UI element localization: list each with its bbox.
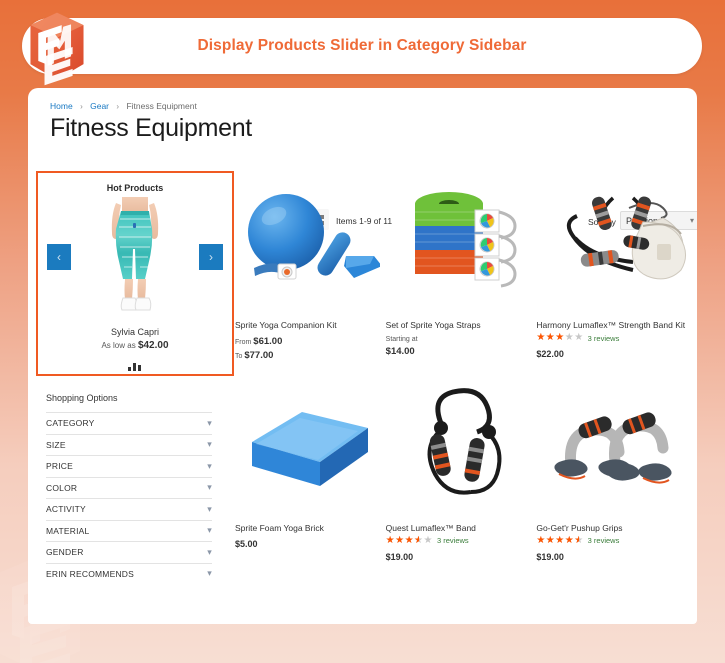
filter-row[interactable]: GENDER ▾ — [46, 541, 212, 563]
product-rating[interactable]: ★★★★★★★★★★ 3 reviews — [536, 333, 687, 343]
price-to-label: To — [235, 352, 243, 360]
product-card[interactable]: Set of Sprite Yoga Straps Starting at $14.… — [386, 166, 537, 363]
chevron-down-icon: ▾ — [207, 417, 212, 428]
hot-products-stage: ‹ › — [38, 197, 232, 325]
browser-content-card: Home › Gear › Fitness Equipment Fitness … — [28, 88, 697, 624]
filter-label: CATEGORY — [46, 418, 95, 429]
hot-price-value: $42.00 — [137, 340, 169, 351]
hot-price-prefix: As low as — [101, 341, 136, 350]
product-card[interactable]: Harmony Lumaflex™ Strength Band Kit ★★★★★… — [536, 166, 687, 363]
breadcrumb-gear[interactable]: Gear — [90, 101, 109, 111]
filter-row[interactable]: CATEGORY ▾ — [46, 412, 212, 434]
product-card[interactable]: Go-Get'r Pushup Grips★★★★★★★★★★ 3 reviews… — [536, 369, 687, 562]
chevron-down-icon: ▾ — [207, 525, 212, 536]
price-from-label: From — [235, 339, 252, 346]
filter-label: PRICE — [46, 461, 73, 472]
product-price: $19.00 — [536, 551, 564, 562]
review-count[interactable]: 3 reviews — [588, 334, 620, 343]
yoga-ball-roller-block-block-icon[interactable] — [235, 166, 386, 318]
page-banner: Display Products Slider in Category Side… — [22, 18, 702, 74]
chevron-down-icon: ▾ — [207, 568, 212, 579]
bar-chart-icon — [38, 358, 232, 376]
review-count[interactable]: 3 reviews — [588, 536, 620, 545]
resistance-band-icon[interactable] — [386, 369, 537, 521]
filter-row[interactable]: SIZE ▾ — [46, 433, 212, 456]
slider-next-button[interactable]: › — [199, 244, 223, 270]
chevron-down-icon: ▾ — [207, 460, 212, 471]
breadcrumb-separator-icon: › — [116, 102, 120, 111]
chevron-down-icon: ▾ — [207, 482, 212, 493]
product-name[interactable]: Harmony Lumaflex™ Strength Band Kit — [536, 320, 687, 330]
product-name[interactable]: Set of Sprite Yoga Straps — [386, 320, 537, 330]
product-name[interactable]: Go-Get'r Pushup Grips — [536, 523, 687, 533]
fme-logo-icon — [30, 12, 84, 86]
product-price: Starting at $14.00 — [386, 335, 537, 359]
shopping-options-title: Shopping Options — [46, 393, 118, 403]
foam-yoga-brick-icon[interactable] — [235, 369, 386, 521]
hot-product-name[interactable]: Sylvia Capri — [38, 327, 232, 337]
banner-title: Display Products Slider in Category Side… — [197, 37, 527, 54]
filter-label: MATERIAL — [46, 525, 90, 536]
product-name[interactable]: Sprite Yoga Companion Kit — [235, 320, 386, 330]
filter-row[interactable]: ACTIVITY ▾ — [46, 498, 212, 520]
star-rating-icon: ★★★★★★★★★★ — [385, 534, 433, 546]
product-rating[interactable]: ★★★★★★★★★★ 3 reviews — [536, 534, 687, 546]
price-starting-value: $14.00 — [385, 346, 415, 358]
price-from-value: $61.00 — [253, 336, 283, 347]
product-rating[interactable]: ★★★★★★★★★★ 3 reviews — [385, 534, 537, 546]
filter-label: ERIN RECOMMENDS — [46, 568, 135, 579]
product-card[interactable]: Sprite Yoga Companion Kit From $61.00 To $… — [235, 166, 386, 363]
yoga-straps-icon[interactable] — [386, 166, 537, 318]
slider-prev-button[interactable]: ‹ — [47, 244, 71, 270]
chevron-down-icon: ▾ — [207, 503, 212, 514]
star-rating-icon: ★★★★★★★★★★ — [536, 534, 584, 546]
price-starting-label: Starting at — [385, 336, 418, 343]
filter-row[interactable]: MATERIAL ▾ — [46, 519, 212, 542]
product-card[interactable]: Quest Lumaflex™ Band★★★★★★★★★★ 3 reviews $… — [386, 369, 537, 562]
product-price: $19.00 — [385, 551, 414, 562]
filter-row[interactable]: PRICE ▾ — [46, 455, 212, 477]
filter-label: ACTIVITY — [46, 504, 86, 515]
filter-row[interactable]: COLOR ▾ — [46, 476, 212, 499]
filter-list: CATEGORY ▾ SIZE ▾ PRICE ▾ COLOR ▾ ACTIVITY ▾ MATER… — [46, 412, 212, 584]
product-price: $22.00 — [536, 349, 564, 359]
breadcrumb-separator-icon: › — [80, 102, 83, 111]
product-price: $5.00 — [235, 538, 258, 549]
breadcrumb-home[interactable]: Home — [50, 101, 73, 111]
breadcrumb: Home › Gear › Fitness Equipment — [50, 101, 197, 111]
hot-products-slider: Hot Products ‹ › Sylvia Capri As low as … — [36, 171, 234, 376]
hot-products-title: Hot Products — [106, 183, 164, 193]
filter-label: SIZE — [46, 439, 66, 450]
breadcrumb-current: Fitness Equipment — [126, 101, 197, 111]
hot-product-price: As low as $42.00 — [38, 340, 232, 351]
chevron-down-icon: ▾ — [207, 439, 212, 450]
price-to-value: $77.00 — [244, 349, 274, 361]
pushup-grips-icon[interactable] — [536, 369, 687, 521]
review-count[interactable]: 3 reviews — [437, 536, 469, 545]
shopping-options-panel: Shopping Options CATEGORY ▾ SIZE ▾ PRICE ▾ COL… — [46, 393, 212, 584]
product-card[interactable]: Sprite Foam Yoga Brick $5.00 — [235, 369, 386, 562]
filter-label: COLOR — [46, 482, 78, 493]
product-grid: Sprite Yoga Companion Kit From $61.00 To $… — [235, 166, 687, 562]
chevron-down-icon: ▾ — [207, 546, 212, 557]
star-rating-icon: ★★★★★★★★★★ — [536, 332, 584, 343]
filter-label: GENDER — [46, 547, 84, 558]
product-name[interactable]: Sprite Foam Yoga Brick — [235, 523, 386, 533]
product-name[interactable]: Quest Lumaflex™ Band — [386, 523, 537, 533]
resistance-band-kit-icon[interactable] — [536, 166, 687, 318]
sylvia-capri-product-image[interactable] — [96, 197, 174, 325]
chevron-down-icon: ▾ — [689, 216, 694, 225]
product-price: From $61.00 To $77.00 — [235, 335, 386, 363]
filter-row[interactable]: ERIN RECOMMENDS ▾ — [46, 562, 212, 585]
page-title: Fitness Equipment — [50, 114, 252, 142]
